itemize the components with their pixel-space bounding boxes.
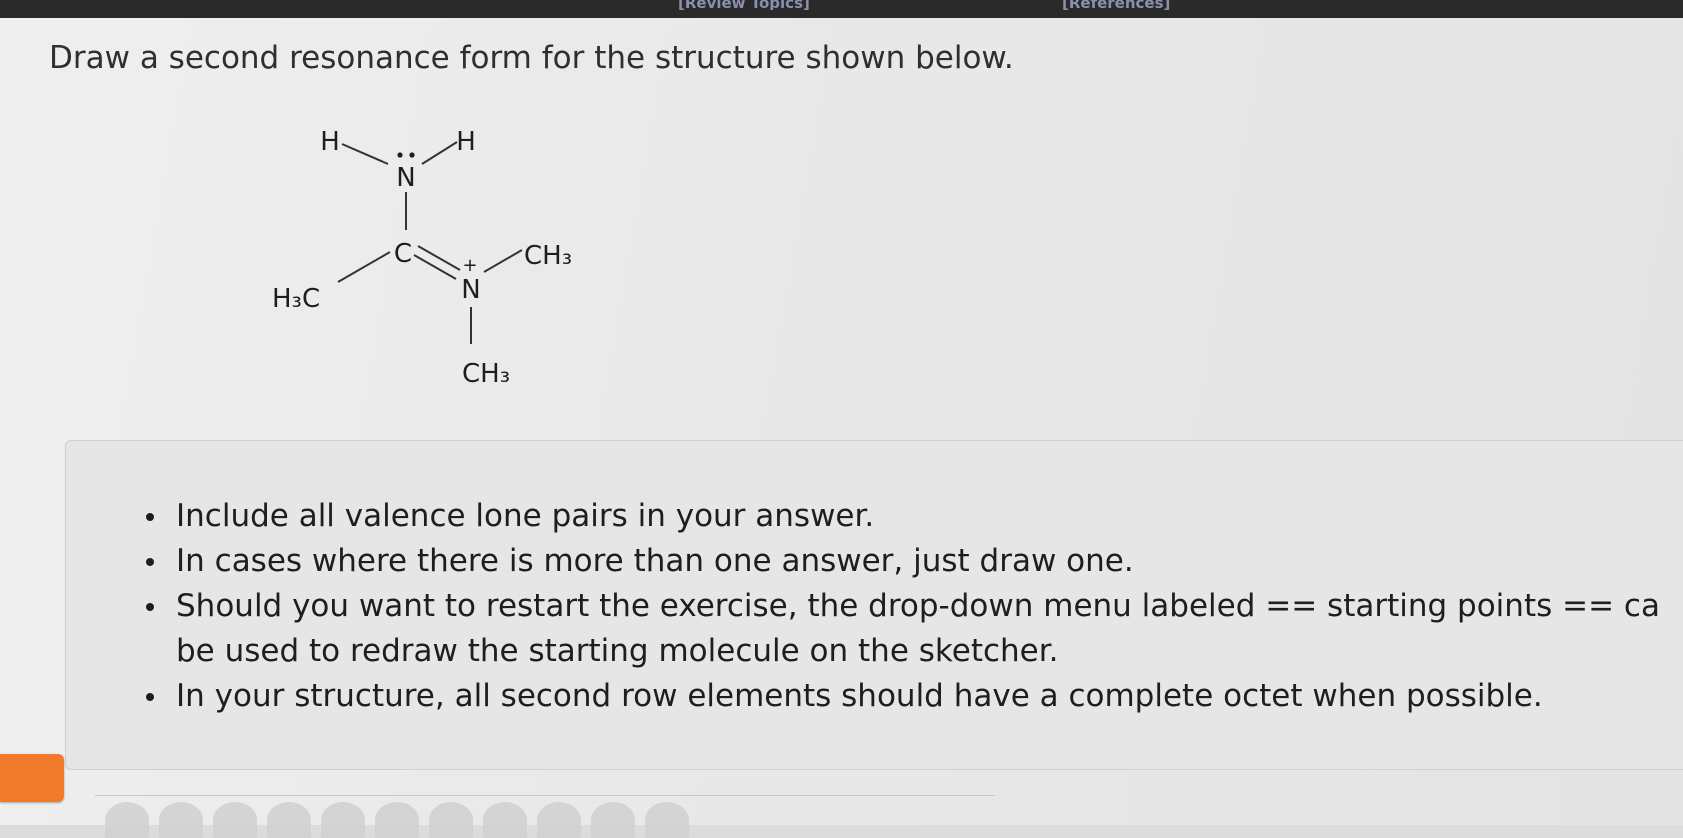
- atom-ch3-right: CH₃: [524, 241, 572, 271]
- eraser-icon[interactable]: [105, 802, 149, 838]
- question-text: Draw a second resonance form for the str…: [49, 40, 1014, 76]
- instructions-box: Include all valence lone pairs in your a…: [65, 440, 1683, 770]
- lasso-icon[interactable]: [159, 802, 203, 838]
- instruction-item: Should you want to restart the exercise,…: [146, 584, 1683, 629]
- bond-n-ch3-right: [483, 249, 523, 273]
- instruction-item-continued: be used to redraw the starting molecule …: [146, 629, 1683, 674]
- bullet-icon: [146, 693, 154, 701]
- element-icon[interactable]: [645, 802, 689, 838]
- atom-n-plus: N: [461, 275, 480, 305]
- bond-c-n-double-2: [413, 254, 457, 280]
- bond-n-h-right: [421, 141, 458, 165]
- atom-ch3-left: H₃C: [272, 284, 320, 314]
- instruction-item: In cases where there is more than one an…: [146, 539, 1683, 584]
- pencil-icon[interactable]: [213, 802, 257, 838]
- instruction-text: In your structure, all second row elemen…: [176, 678, 1543, 714]
- charge-icon[interactable]: [375, 802, 419, 838]
- bullet-icon: [146, 513, 154, 521]
- instruction-text: be used to redraw the starting molecule …: [176, 633, 1059, 669]
- molecule-structure: H H N C N + H₃C CH₃ CH₃: [272, 127, 572, 389]
- instructions-list: Include all valence lone pairs in your a…: [146, 494, 1683, 719]
- orange-tab-button[interactable]: [0, 754, 64, 802]
- atom-n-top: N: [396, 163, 415, 193]
- shape-icon[interactable]: [429, 802, 473, 838]
- lone-pair-dot: [409, 152, 415, 158]
- top-bar: [Review Topics] [References]: [0, 0, 1683, 20]
- instruction-text: Should you want to restart the exercise,…: [176, 588, 1660, 624]
- plus-charge: +: [462, 255, 477, 276]
- minus-icon[interactable]: [591, 802, 635, 838]
- sketcher-toolbar: [95, 795, 995, 838]
- bullet-icon: [146, 603, 154, 611]
- atom-c-center: C: [394, 239, 412, 269]
- bond-c-n-double-1: [417, 245, 461, 271]
- bullet-icon: [146, 558, 154, 566]
- template-icon[interactable]: [321, 802, 365, 838]
- instruction-item: In your structure, all second row elemen…: [146, 674, 1683, 719]
- lone-pair-dot: [397, 152, 403, 158]
- references-link[interactable]: [References]: [1062, 0, 1222, 10]
- review-topics-link[interactable]: [Review Topics]: [678, 0, 873, 10]
- atom-h-left: H: [320, 127, 340, 157]
- atom-h-right: H: [456, 127, 476, 157]
- instruction-item: Include all valence lone pairs in your a…: [146, 494, 1683, 539]
- atom-ch3-bottom: CH₃: [462, 359, 510, 389]
- bond-h-n-left: [341, 143, 389, 165]
- bond-c-ch3-left: [337, 251, 391, 283]
- plus-icon[interactable]: [537, 802, 581, 838]
- ring-icon[interactable]: [267, 802, 311, 838]
- instruction-text: Include all valence lone pairs in your a…: [176, 498, 875, 534]
- instruction-text: In cases where there is more than one an…: [176, 543, 1134, 579]
- text-icon[interactable]: [483, 802, 527, 838]
